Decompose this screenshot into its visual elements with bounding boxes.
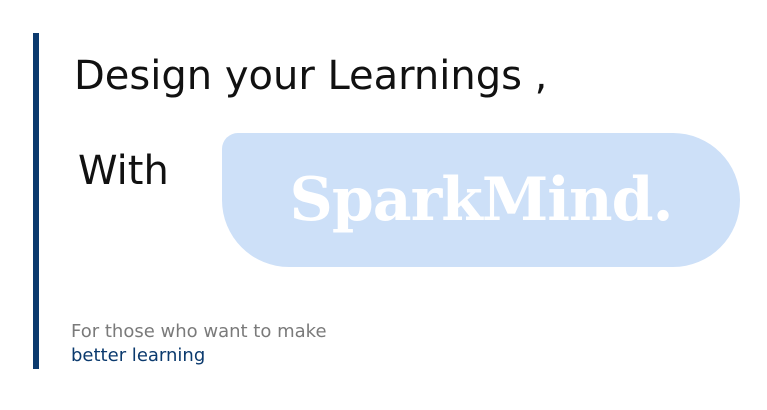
tagline-line-2: better learning	[71, 345, 206, 366]
accent-bar	[33, 33, 39, 369]
tagline-line-1: For those who want to make	[71, 321, 327, 342]
tagline: For those who want to make better learni…	[71, 320, 327, 368]
headline: Design your Learnings ,	[74, 53, 548, 99]
brand-logo-text: SparkMind.	[289, 165, 673, 235]
with-label: With	[78, 148, 169, 194]
brand-pill: SparkMind.	[222, 133, 740, 267]
